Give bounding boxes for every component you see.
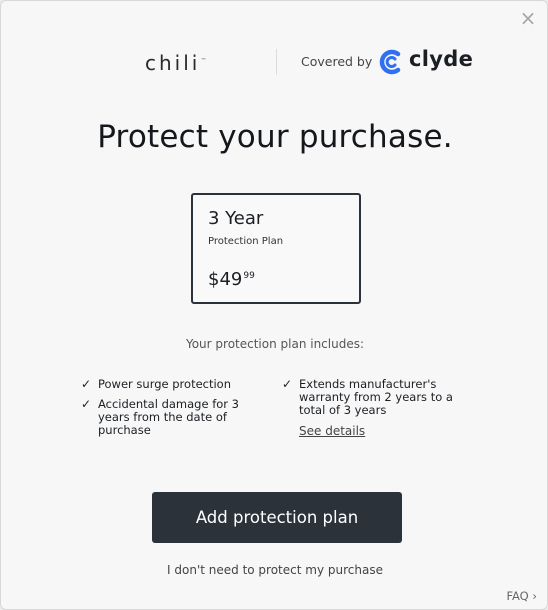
store-name: chili — [145, 51, 201, 75]
feature-text: Power surge protection — [98, 377, 232, 391]
plan-subtitle: Protection Plan — [208, 236, 284, 247]
chevron-right-icon: › — [532, 589, 537, 603]
brand-header: chili™ Covered by clyde — [1, 45, 548, 79]
check-icon: ✓ — [81, 377, 92, 391]
trademark-mark: ™ — [200, 57, 207, 65]
page-title: Protect your purchase. — [97, 119, 453, 155]
decline-protection-link[interactable]: I don't need to protect my purchase — [1, 563, 548, 577]
plan-price-main: $49 — [208, 269, 243, 290]
plan-price-cents: 99 — [243, 271, 255, 281]
brand-divider — [276, 49, 277, 75]
feature-item: ✓ Accidental damage for 3 years from the… — [81, 398, 261, 437]
plan-term: 3 Year — [208, 208, 264, 229]
faq-link[interactable]: FAQ › — [506, 589, 537, 603]
plan-price: $4999 — [208, 269, 255, 290]
covered-by-label: Covered by — [301, 54, 373, 69]
includes-label: Your protection plan includes: — [185, 337, 365, 351]
feature-item: ✓ Extends manufacturer's warranty from 2… — [282, 378, 467, 417]
add-protection-plan-button[interactable]: Add protection plan — [152, 492, 402, 543]
feature-text: Extends manufacturer's warranty from 2 y… — [299, 377, 453, 417]
check-icon: ✓ — [282, 377, 293, 391]
check-icon: ✓ — [81, 397, 92, 411]
see-details-link[interactable]: See details — [299, 424, 365, 438]
close-icon[interactable]: × — [517, 7, 539, 29]
faq-label: FAQ — [506, 589, 529, 603]
feature-item: ✓ Power surge protection — [81, 378, 261, 391]
chili-logo: chili™ — [145, 51, 206, 75]
clyde-logo-icon — [379, 49, 401, 75]
plan-card-3-year[interactable]: 3 Year Protection Plan $4999 — [191, 193, 361, 304]
clyde-wordmark: clyde — [409, 47, 474, 71]
protection-modal: × chili™ Covered by clyde Protect your p… — [0, 0, 548, 610]
feature-text: Accidental damage for 3 years from the d… — [98, 397, 239, 437]
